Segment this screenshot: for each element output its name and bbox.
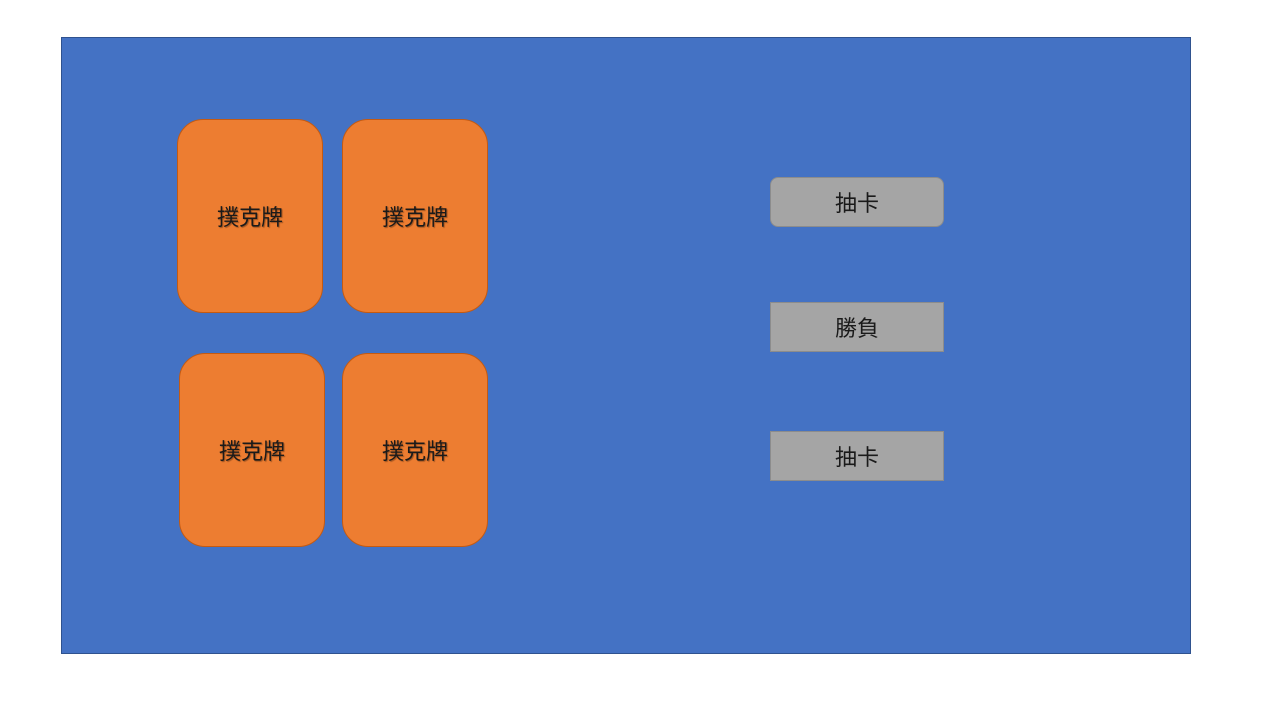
card-label: 撲克牌	[381, 440, 448, 465]
poker-card-bottom-right[interactable]: 撲克牌	[342, 353, 488, 547]
card-label: 撲克牌	[218, 440, 285, 465]
poker-card-top-right[interactable]: 撲克牌	[342, 119, 488, 313]
game-table: 撲克牌 撲克牌 撲克牌 撲克牌 抽卡 勝負 抽卡	[61, 37, 1191, 654]
card-label: 撲克牌	[216, 206, 283, 231]
poker-card-top-left[interactable]: 撲克牌	[177, 119, 323, 313]
poker-card-bottom-left[interactable]: 撲克牌	[179, 353, 325, 547]
draw-card-button-top[interactable]: 抽卡	[770, 177, 944, 227]
result-button[interactable]: 勝負	[770, 302, 944, 352]
button-label: 抽卡	[834, 192, 879, 217]
card-label: 撲克牌	[381, 206, 448, 231]
button-label: 抽卡	[834, 446, 879, 471]
draw-card-button-bottom[interactable]: 抽卡	[770, 431, 944, 481]
button-label: 勝負	[834, 317, 879, 342]
